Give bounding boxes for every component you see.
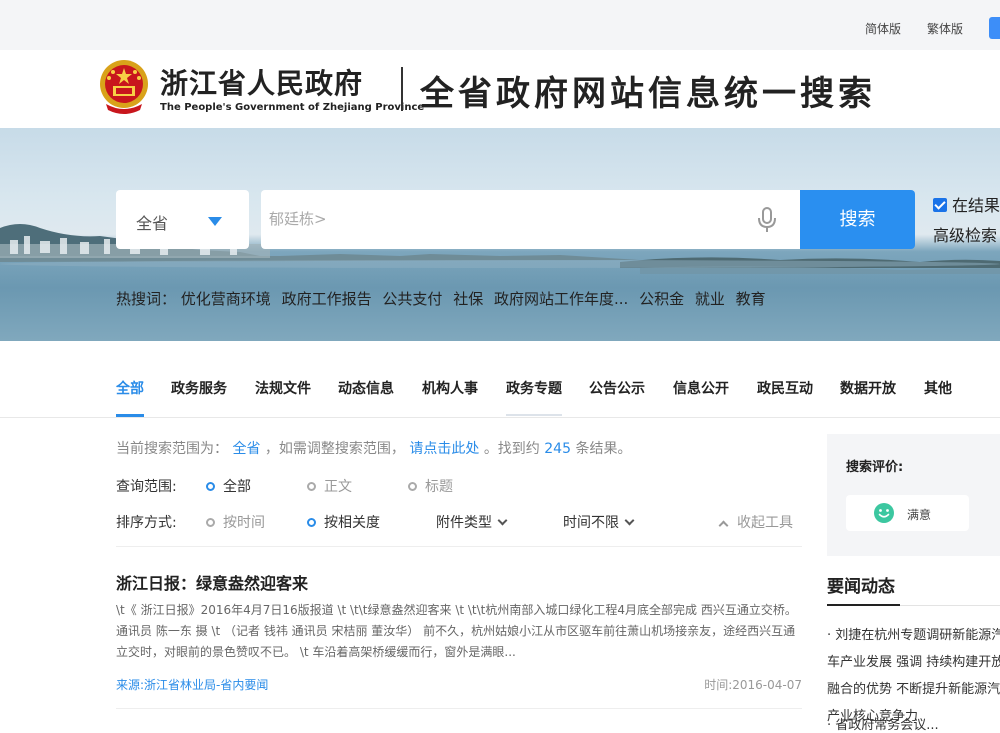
hot-term[interactable]: 教育: [736, 290, 766, 308]
time-range-label: 时间不限: [563, 515, 619, 531]
range-option-label: 全部: [223, 479, 251, 495]
sort-option-label: 按相关度: [324, 515, 380, 531]
tab-disclosure[interactable]: 信息公开: [673, 378, 729, 398]
sort-option-label: 按时间: [223, 515, 265, 531]
satisfied-button[interactable]: 满意: [846, 495, 969, 531]
hot-term[interactable]: 政府工作报告: [282, 290, 372, 308]
hot-search-terms: 热搜词： 优化营商环境 政府工作报告 公共支付 社保 政府网站工作年度... 公…: [116, 288, 772, 309]
result-time: 时间:2016-04-07: [704, 678, 802, 692]
simplified-chinese-link[interactable]: 简体版: [865, 20, 901, 37]
header-divider: [401, 67, 403, 111]
range-option-label: 标题: [425, 479, 453, 495]
range-option-title[interactable]: 标题: [408, 476, 453, 496]
caret-down-icon: [208, 217, 222, 226]
collapse-tools-button[interactable]: 收起工具: [718, 512, 793, 532]
tab-news[interactable]: 动态信息: [338, 378, 394, 398]
advanced-search-link[interactable]: 高级检索: [933, 222, 997, 246]
tab-interaction[interactable]: 政民互动: [757, 378, 813, 398]
time-range-dropdown[interactable]: 时间不限: [563, 512, 635, 532]
government-name: 浙江省人民政府: [160, 67, 364, 100]
chevron-down-icon: [624, 515, 635, 526]
tab-open-data[interactable]: 数据开放: [840, 378, 896, 398]
hot-term[interactable]: 公积金: [639, 290, 684, 308]
search-in-results-label: 在结果: [952, 196, 1000, 215]
attachment-type-label: 附件类型: [436, 515, 492, 531]
tab-all[interactable]: 全部: [116, 378, 144, 398]
hot-term[interactable]: 就业: [695, 290, 725, 308]
radio-icon: [307, 482, 316, 491]
chevron-down-icon: [497, 515, 508, 526]
tab-announcements[interactable]: 公告公示: [589, 378, 645, 398]
hot-term[interactable]: 公共支付: [382, 290, 442, 308]
range-option-body[interactable]: 正文: [307, 476, 352, 496]
result-snippet: \t《 浙江日报》2016年4月7日16版报道 \t \t\t绿意盎然迎客来 \…: [116, 603, 797, 659]
satisfied-label: 满意: [907, 508, 932, 522]
scope-mid: ，如需调整搜索范围，: [264, 441, 405, 457]
news-heading: 要闻动态: [827, 577, 895, 597]
tab-other[interactable]: 其他: [924, 378, 952, 398]
top-bar: 简体版 繁体版: [0, 0, 1000, 50]
hot-term[interactable]: 政府网站工作年度...: [494, 290, 628, 308]
microphone-icon[interactable]: [755, 206, 779, 234]
category-tabs: 全部 政务服务 法规文件 动态信息 机构人事 政务专题 公告公示 信息公开 政民…: [0, 366, 1000, 418]
divider: [116, 708, 802, 709]
result-count: 245: [544, 441, 571, 457]
site-header: 浙江省人民政府 The People's Government of Zheji…: [0, 50, 1000, 128]
scope-suffix: 条结果。: [575, 441, 632, 457]
active-tab-indicator: [116, 414, 144, 417]
change-scope-link[interactable]: 请点击此处: [409, 441, 479, 457]
search-box: [261, 190, 801, 249]
accessibility-button[interactable]: [989, 17, 1000, 39]
sort-option-relevance[interactable]: 按相关度: [307, 512, 380, 532]
national-emblem-icon: [100, 60, 148, 114]
range-label: 查询范围:: [116, 479, 177, 495]
scope-select[interactable]: 全省: [116, 190, 249, 249]
search-scope-summary: 当前搜索范围为： 全省 ，如需调整搜索范围， 请点击此处 。找到约 245 条结…: [116, 438, 631, 458]
scope-prefix: 当前搜索范围为：: [116, 441, 228, 457]
traditional-chinese-link[interactable]: 繁体版: [927, 20, 963, 37]
radio-icon: [408, 482, 417, 491]
divider: [116, 546, 802, 547]
radio-selected-icon: [307, 518, 316, 527]
sort-label: 排序方式:: [116, 515, 177, 531]
sort-option-time[interactable]: 按时间: [206, 512, 265, 532]
news-item-link[interactable]: · 省政府常务会议...: [827, 714, 939, 733]
tab-personnel[interactable]: 机构人事: [422, 378, 478, 398]
hot-search-label: 热搜词：: [116, 290, 177, 308]
search-input[interactable]: [269, 204, 739, 234]
scope-select-value: 全省: [136, 214, 169, 233]
news-heading-underline: [827, 604, 900, 606]
hover-tab-indicator: [506, 414, 562, 416]
tab-regulations[interactable]: 法规文件: [255, 378, 311, 398]
result-title-link[interactable]: 浙江日报：绿意盎然迎客来: [116, 570, 308, 594]
site-title: 全省政府网站信息统一搜索: [420, 74, 876, 114]
government-name-english: The People's Government of Zhejiang Prov…: [160, 102, 425, 113]
search-in-results-checkbox[interactable]: 在结果: [933, 192, 1000, 216]
chevron-up-icon: [718, 520, 729, 531]
range-option-all[interactable]: 全部: [206, 476, 251, 496]
scope-found: 。找到约: [483, 441, 540, 457]
search-rating-panel: 搜索评价: 满意: [827, 434, 1000, 556]
scope-value: 全省: [232, 441, 261, 457]
hot-term[interactable]: 优化营商环境: [181, 290, 271, 308]
rating-title: 搜索评价:: [846, 460, 904, 475]
tab-gov-services[interactable]: 政务服务: [171, 378, 227, 398]
collapse-tools-label: 收起工具: [737, 515, 793, 531]
radio-icon: [206, 518, 215, 527]
tab-topics[interactable]: 政务专题: [506, 378, 562, 398]
search-button[interactable]: 搜索: [800, 190, 915, 249]
hot-term[interactable]: 社保: [453, 290, 483, 308]
search-banner: 全省 搜索 在结果 高级检索 热搜词： 优化营商环境 政府工作报告 公共支付 社…: [0, 128, 1000, 341]
radio-selected-icon: [206, 482, 215, 491]
checkbox-checked-icon: [933, 198, 947, 212]
range-option-label: 正文: [324, 479, 352, 495]
smile-icon: [874, 503, 894, 523]
attachment-type-dropdown[interactable]: 附件类型: [436, 512, 508, 532]
result-source-link[interactable]: 来源:浙江省林业局-省内要闻: [116, 676, 268, 693]
